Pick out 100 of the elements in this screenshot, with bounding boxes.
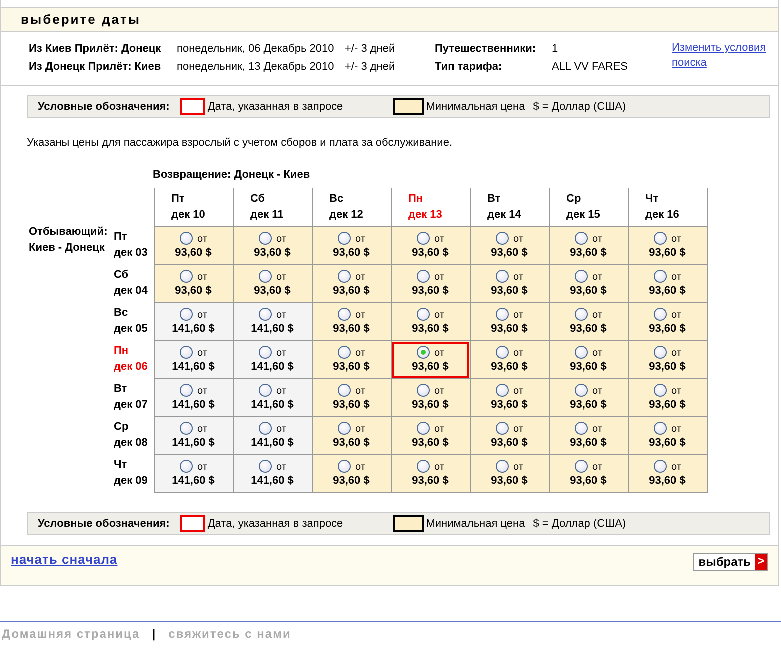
radio-button[interactable] (654, 232, 667, 244)
radio-button[interactable] (496, 270, 509, 282)
radio-button[interactable] (338, 460, 351, 472)
radio-button[interactable] (416, 422, 430, 434)
radio-button[interactable] (416, 384, 430, 396)
from-label: от (514, 233, 524, 245)
from-label: от (434, 309, 444, 321)
price-text: 93,60 $ (569, 436, 608, 450)
price-text: 141,60 $ (171, 322, 216, 336)
price-text: 141,60 $ (171, 398, 216, 412)
price-text: 93,60 $ (648, 284, 687, 298)
restart-link[interactable]: начать сначала (11, 552, 118, 567)
from-label: от (672, 347, 682, 359)
from-label: от (276, 347, 286, 359)
from-label: от (672, 461, 682, 473)
radio-button[interactable] (258, 460, 272, 472)
price-text: 141,60 $ (171, 474, 216, 488)
modify-search-link[interactable]: Изменить условия поиска (672, 41, 778, 73)
radio-button[interactable] (654, 384, 667, 396)
price-text: 93,60 $ (490, 360, 529, 374)
legend-title: Условные обозначения: (38, 100, 170, 112)
price-text: 93,60 $ (490, 246, 529, 260)
radio-button[interactable] (574, 384, 588, 396)
from-label: от (356, 309, 366, 321)
radio-button[interactable] (258, 346, 272, 358)
radio-button[interactable] (180, 270, 193, 282)
radio-button[interactable] (416, 308, 430, 320)
radio-button[interactable] (258, 270, 272, 282)
from-label: от (276, 461, 286, 473)
price-text: 93,60 $ (332, 246, 371, 260)
from-label: от (356, 423, 366, 435)
from-label: от (276, 309, 286, 321)
radio-button[interactable] (496, 232, 509, 244)
radio-button[interactable] (574, 422, 588, 434)
radio-button[interactable] (180, 346, 193, 358)
route-label: Из Киев Прилёт: Донецк (29, 43, 162, 55)
radio-button[interactable] (654, 308, 667, 320)
from-label: от (198, 271, 208, 283)
radio-button[interactable] (574, 308, 588, 320)
radio-button[interactable] (574, 460, 588, 472)
radio-button[interactable] (654, 460, 667, 472)
price-text: 93,60 $ (411, 284, 450, 298)
date-text: понедельник, 06 Декабрь 2010 (177, 43, 336, 55)
from-label: от (592, 271, 602, 283)
row-header: Чт дек 09 (114, 454, 154, 492)
radio-button[interactable] (496, 422, 509, 434)
radio-button[interactable] (338, 232, 351, 244)
radio-button[interactable] (258, 422, 272, 434)
radio-button[interactable] (416, 460, 430, 472)
from-label: от (434, 233, 444, 245)
select-button[interactable]: выбрать > (692, 553, 768, 571)
radio-button[interactable] (654, 270, 667, 282)
price-text: 93,60 $ (332, 398, 371, 412)
price-text: 93,60 $ (569, 474, 608, 488)
radio-button[interactable] (258, 308, 272, 320)
radio-button[interactable] (574, 346, 588, 358)
from-label: от (672, 233, 682, 245)
summary-value: ALL VV FARES (552, 61, 630, 73)
price-text: 93,60 $ (332, 474, 371, 488)
price-text: 93,60 $ (490, 322, 529, 336)
row-header: Сб дек 04 (114, 264, 154, 302)
radio-button[interactable] (180, 422, 193, 434)
radio-button[interactable] (654, 422, 667, 434)
price-text: 141,60 $ (171, 436, 216, 450)
radio-button[interactable] (496, 308, 509, 320)
price-text: 93,60 $ (490, 436, 529, 450)
radio-button[interactable] (338, 346, 351, 358)
radio-button[interactable] (180, 384, 193, 396)
price-text: 93,60 $ (648, 474, 687, 488)
price-text: 93,60 $ (174, 246, 213, 260)
price-text: 93,60 $ (411, 246, 450, 260)
radio-button[interactable] (574, 270, 588, 282)
radio-button[interactable] (574, 232, 588, 244)
minimum-price-swatch (393, 98, 424, 115)
from-label: от (198, 233, 208, 245)
radio-button[interactable] (416, 232, 430, 244)
minimum-price-swatch (393, 515, 424, 532)
separator-text: | (152, 627, 157, 641)
radio-button[interactable] (496, 346, 509, 358)
radio-button[interactable] (258, 384, 272, 396)
radio-button[interactable] (258, 232, 272, 244)
price-note: Указаны цены для пассажира взрослый с учетом сборов и плата за обслуживание. (26, 136, 454, 149)
radio-button[interactable] (416, 270, 430, 282)
radio-button[interactable] (338, 270, 351, 282)
from-label: от (434, 461, 444, 473)
price-text: 93,60 $ (174, 284, 213, 298)
radio-button[interactable] (180, 460, 193, 472)
radio-button[interactable] (180, 232, 193, 244)
radio-button[interactable] (338, 422, 351, 434)
from-label: от (356, 347, 366, 359)
radio-button[interactable] (416, 346, 430, 358)
from-label: от (434, 423, 444, 435)
price-text: 93,60 $ (253, 284, 292, 298)
radio-button[interactable] (496, 460, 509, 472)
radio-button[interactable] (180, 308, 193, 320)
radio-button[interactable] (338, 384, 351, 396)
radio-button[interactable] (654, 346, 667, 358)
radio-button[interactable] (338, 308, 351, 320)
radio-button[interactable] (496, 384, 509, 396)
departure-title: Отбывающий: Киев - Донецк (29, 225, 109, 256)
